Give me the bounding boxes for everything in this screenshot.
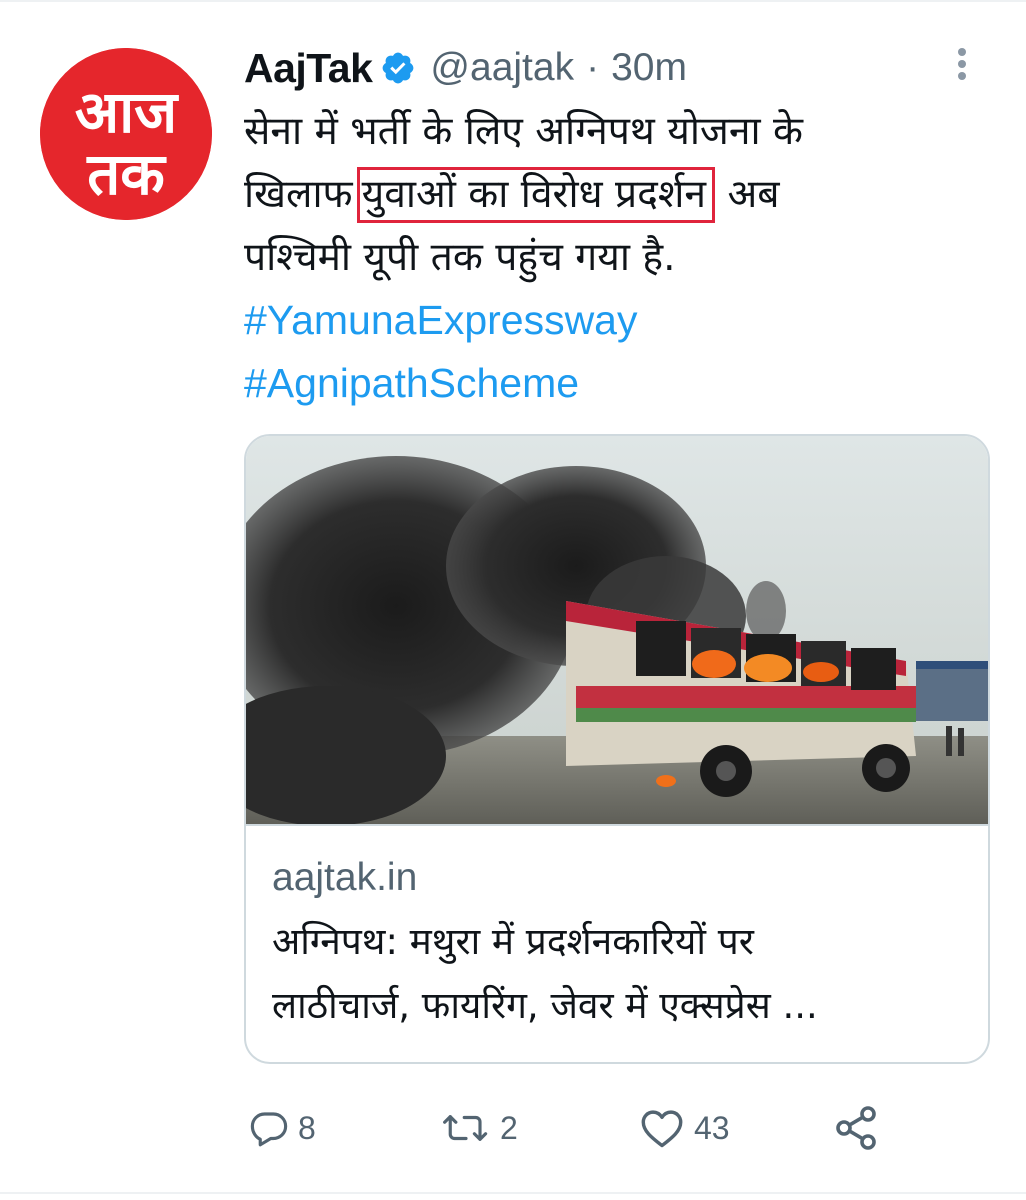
tweet-text-before-highlight: खिलाफ: [244, 172, 353, 217]
reply-icon: [250, 1112, 288, 1147]
tweet-text: सेना में भर्ती के लिए अग्निपथ योजना के ख…: [244, 100, 984, 415]
burning-bus-photo: [246, 436, 988, 824]
retweet-button[interactable]: 2: [440, 1098, 518, 1158]
tweet-text-line-1: सेना में भर्ती के लिए अग्निपथ योजना के: [244, 109, 803, 154]
separator-dot: ·: [586, 46, 600, 89]
card-title-line-2: लाठीचार्ज, फायरिंग, जेवर में एक्सप्रेस .…: [272, 984, 818, 1027]
user-handle[interactable]: @aajtak: [430, 46, 574, 90]
highlighted-phrase: युवाओं का विरोध प्रदर्शन: [356, 167, 716, 223]
card-domain: aajtak.in: [272, 856, 418, 899]
aajtak-logo: आज तक: [40, 48, 212, 220]
card-title: अग्निपथ: मथुरा में प्रदर्शनकारियों पर ला…: [272, 910, 972, 1038]
more-options-icon[interactable]: [950, 44, 974, 84]
retweet-icon: [443, 1115, 488, 1141]
share-icon: [836, 1106, 876, 1150]
display-name[interactable]: AajTak: [244, 45, 373, 92]
like-icon: [641, 1110, 683, 1148]
like-count: 43: [694, 1109, 730, 1146]
tweet-header: AajTak @aajtak · 30m: [244, 40, 687, 96]
tweet-text-line-2: खिलाफ युवाओं का विरोध प्रदर्शन अब: [244, 163, 984, 226]
top-divider: [0, 0, 1026, 2]
tweet-text-after-highlight: अब: [727, 172, 780, 217]
reply-button[interactable]: 8: [248, 1098, 316, 1158]
timestamp[interactable]: 30m: [611, 46, 687, 90]
avatar[interactable]: आज तक: [40, 48, 212, 220]
share-button[interactable]: [832, 1098, 880, 1158]
card-title-line-1: अग्निपथ: मथुरा में प्रदर्शनकारियों पर: [272, 920, 754, 963]
verified-badge-icon: [380, 50, 416, 86]
svg-text:आज: आज: [75, 78, 179, 146]
hashtag-link[interactable]: #AgnipathScheme: [244, 352, 984, 415]
link-preview-card[interactable]: aajtak.in अग्निपथ: मथुरा में प्रदर्शनकार…: [244, 434, 990, 1064]
svg-text:तक: तक: [86, 140, 167, 208]
bottom-divider: [0, 1192, 1026, 1194]
action-bar: 8 2 43: [244, 1098, 944, 1158]
like-button[interactable]: 43: [638, 1098, 730, 1158]
tweet-text-line-3: पश्चिमी यूपी तक पहुंच गया है.: [244, 235, 676, 280]
reply-count: 8: [298, 1109, 316, 1146]
hashtag-link[interactable]: #YamunaExpressway: [244, 289, 984, 352]
card-image[interactable]: [246, 436, 988, 826]
retweet-count: 2: [500, 1109, 518, 1146]
